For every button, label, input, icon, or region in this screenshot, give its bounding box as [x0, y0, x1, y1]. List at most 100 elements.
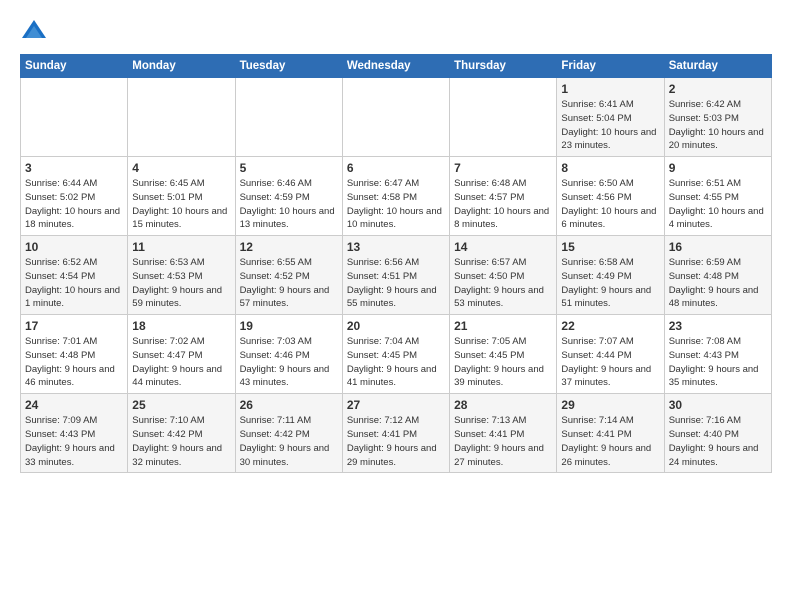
calendar-week-4: 17 Sunrise: 7:01 AM Sunset: 4:48 PM Dayli… [21, 315, 772, 394]
calendar-table: SundayMondayTuesdayWednesdayThursdayFrid… [20, 54, 772, 473]
day-info: Sunrise: 6:52 AM Sunset: 4:54 PM Dayligh… [25, 256, 123, 311]
day-info: Sunrise: 7:01 AM Sunset: 4:48 PM Dayligh… [25, 335, 123, 390]
day-number: 19 [240, 319, 338, 333]
calendar-cell: 14 Sunrise: 6:57 AM Sunset: 4:50 PM Dayli… [450, 236, 557, 315]
calendar-cell: 10 Sunrise: 6:52 AM Sunset: 4:54 PM Dayli… [21, 236, 128, 315]
calendar-cell: 29Sunrise: 7:14 AM Sunset: 4:41 PM Dayli… [557, 394, 664, 473]
calendar-cell: 26 Sunrise: 7:11 AM Sunset: 4:42 PM Dayli… [235, 394, 342, 473]
day-number: 24 [25, 398, 123, 412]
day-info: Sunrise: 7:05 AM Sunset: 4:45 PM Dayligh… [454, 335, 552, 390]
day-info: Sunrise: 6:44 AM Sunset: 5:02 PM Dayligh… [25, 177, 123, 232]
calendar-cell [342, 78, 449, 157]
calendar-cell [128, 78, 235, 157]
calendar-cell: 15 Sunrise: 6:58 AM Sunset: 4:49 PM Dayli… [557, 236, 664, 315]
calendar-cell: 4 Sunrise: 6:45 AM Sunset: 5:01 PM Daylig… [128, 157, 235, 236]
calendar-week-1: 1 Sunrise: 6:41 AM Sunset: 5:04 PM Daylig… [21, 78, 772, 157]
day-number: 22 [561, 319, 659, 333]
day-info: Sunrise: 7:09 AM Sunset: 4:43 PM Dayligh… [25, 414, 123, 469]
day-info: Sunrise: 7:11 AM Sunset: 4:42 PM Dayligh… [240, 414, 338, 469]
day-number: 14 [454, 240, 552, 254]
day-number: 17 [25, 319, 123, 333]
day-info: Sunrise: 6:41 AM Sunset: 5:04 PM Dayligh… [561, 98, 659, 153]
day-number: 11 [132, 240, 230, 254]
day-number: 13 [347, 240, 445, 254]
calendar-cell [450, 78, 557, 157]
col-header-friday: Friday [557, 55, 664, 78]
day-number: 30 [669, 398, 767, 412]
calendar-cell: 19Sunrise: 7:03 AM Sunset: 4:46 PM Dayli… [235, 315, 342, 394]
day-info: Sunrise: 6:56 AM Sunset: 4:51 PM Dayligh… [347, 256, 445, 311]
day-info: Sunrise: 6:51 AM Sunset: 4:55 PM Dayligh… [669, 177, 767, 232]
calendar-cell: 21 Sunrise: 7:05 AM Sunset: 4:45 PM Dayli… [450, 315, 557, 394]
calendar-cell: 16 Sunrise: 6:59 AM Sunset: 4:48 PM Dayli… [664, 236, 771, 315]
day-number: 12 [240, 240, 338, 254]
day-info: Sunrise: 6:59 AM Sunset: 4:48 PM Dayligh… [669, 256, 767, 311]
day-number: 7 [454, 161, 552, 175]
calendar-cell [21, 78, 128, 157]
header [20, 16, 772, 44]
calendar-cell: 3 Sunrise: 6:44 AM Sunset: 5:02 PM Daylig… [21, 157, 128, 236]
day-number: 23 [669, 319, 767, 333]
calendar-cell: 20 Sunrise: 7:04 AM Sunset: 4:45 PM Dayli… [342, 315, 449, 394]
calendar-cell: 18 Sunrise: 7:02 AM Sunset: 4:47 PM Dayli… [128, 315, 235, 394]
day-number: 18 [132, 319, 230, 333]
col-header-saturday: Saturday [664, 55, 771, 78]
day-info: Sunrise: 6:47 AM Sunset: 4:58 PM Dayligh… [347, 177, 445, 232]
calendar-cell: 9Sunrise: 6:51 AM Sunset: 4:55 PM Daylig… [664, 157, 771, 236]
calendar-cell: 28Sunrise: 7:13 AM Sunset: 4:41 PM Dayli… [450, 394, 557, 473]
day-number: 15 [561, 240, 659, 254]
calendar-cell: 17 Sunrise: 7:01 AM Sunset: 4:48 PM Dayli… [21, 315, 128, 394]
day-info: Sunrise: 7:04 AM Sunset: 4:45 PM Dayligh… [347, 335, 445, 390]
calendar-cell: 23 Sunrise: 7:08 AM Sunset: 4:43 PM Dayli… [664, 315, 771, 394]
day-info: Sunrise: 6:48 AM Sunset: 4:57 PM Dayligh… [454, 177, 552, 232]
calendar-cell: 8 Sunrise: 6:50 AM Sunset: 4:56 PM Daylig… [557, 157, 664, 236]
day-number: 3 [25, 161, 123, 175]
calendar-cell: 13 Sunrise: 6:56 AM Sunset: 4:51 PM Dayli… [342, 236, 449, 315]
day-number: 4 [132, 161, 230, 175]
day-info: Sunrise: 6:58 AM Sunset: 4:49 PM Dayligh… [561, 256, 659, 311]
calendar-cell: 22 Sunrise: 7:07 AM Sunset: 4:44 PM Dayli… [557, 315, 664, 394]
day-number: 26 [240, 398, 338, 412]
day-number: 16 [669, 240, 767, 254]
calendar-week-3: 10 Sunrise: 6:52 AM Sunset: 4:54 PM Dayli… [21, 236, 772, 315]
day-number: 1 [561, 82, 659, 96]
day-number: 27 [347, 398, 445, 412]
calendar-week-5: 24 Sunrise: 7:09 AM Sunset: 4:43 PM Dayli… [21, 394, 772, 473]
calendar-cell [235, 78, 342, 157]
day-info: Sunrise: 7:10 AM Sunset: 4:42 PM Dayligh… [132, 414, 230, 469]
day-info: Sunrise: 7:02 AM Sunset: 4:47 PM Dayligh… [132, 335, 230, 390]
col-header-wednesday: Wednesday [342, 55, 449, 78]
day-info: Sunrise: 7:16 AM Sunset: 4:40 PM Dayligh… [669, 414, 767, 469]
day-number: 29 [561, 398, 659, 412]
day-info: Sunrise: 7:08 AM Sunset: 4:43 PM Dayligh… [669, 335, 767, 390]
calendar-cell: 25 Sunrise: 7:10 AM Sunset: 4:42 PM Dayli… [128, 394, 235, 473]
day-info: Sunrise: 6:57 AM Sunset: 4:50 PM Dayligh… [454, 256, 552, 311]
day-info: Sunrise: 6:42 AM Sunset: 5:03 PM Dayligh… [669, 98, 767, 153]
day-info: Sunrise: 6:46 AM Sunset: 4:59 PM Dayligh… [240, 177, 338, 232]
day-info: Sunrise: 6:53 AM Sunset: 4:53 PM Dayligh… [132, 256, 230, 311]
day-info: Sunrise: 6:45 AM Sunset: 5:01 PM Dayligh… [132, 177, 230, 232]
col-header-monday: Monday [128, 55, 235, 78]
day-number: 5 [240, 161, 338, 175]
calendar-cell: 12 Sunrise: 6:55 AM Sunset: 4:52 PM Dayli… [235, 236, 342, 315]
day-number: 8 [561, 161, 659, 175]
day-info: Sunrise: 7:07 AM Sunset: 4:44 PM Dayligh… [561, 335, 659, 390]
day-number: 2 [669, 82, 767, 96]
day-number: 6 [347, 161, 445, 175]
day-info: Sunrise: 6:50 AM Sunset: 4:56 PM Dayligh… [561, 177, 659, 232]
calendar-cell: 7 Sunrise: 6:48 AM Sunset: 4:57 PM Daylig… [450, 157, 557, 236]
calendar-cell: 2 Sunrise: 6:42 AM Sunset: 5:03 PM Daylig… [664, 78, 771, 157]
calendar-cell: 24 Sunrise: 7:09 AM Sunset: 4:43 PM Dayli… [21, 394, 128, 473]
day-info: Sunrise: 6:55 AM Sunset: 4:52 PM Dayligh… [240, 256, 338, 311]
col-header-thursday: Thursday [450, 55, 557, 78]
day-number: 10 [25, 240, 123, 254]
day-number: 20 [347, 319, 445, 333]
day-info: Sunrise: 7:13 AM Sunset: 4:41 PM Dayligh… [454, 414, 552, 469]
day-number: 21 [454, 319, 552, 333]
day-number: 25 [132, 398, 230, 412]
day-info: Sunrise: 7:12 AM Sunset: 4:41 PM Dayligh… [347, 414, 445, 469]
calendar-header-row: SundayMondayTuesdayWednesdayThursdayFrid… [21, 55, 772, 78]
calendar-week-2: 3 Sunrise: 6:44 AM Sunset: 5:02 PM Daylig… [21, 157, 772, 236]
logo [20, 16, 52, 44]
col-header-sunday: Sunday [21, 55, 128, 78]
